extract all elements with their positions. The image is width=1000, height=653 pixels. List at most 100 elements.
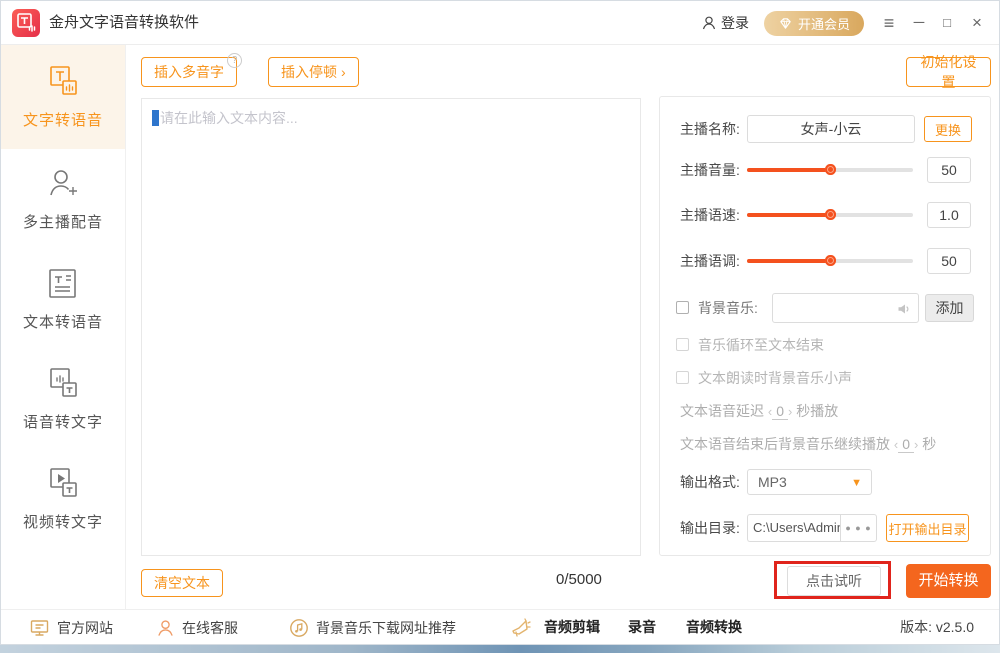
delay-setting: 文本语音延迟 ‹0› 秒播放 bbox=[680, 401, 838, 421]
char-count: 0/5000 bbox=[556, 571, 646, 588]
bgm-label: 背景音乐: bbox=[698, 293, 758, 323]
editor-placeholder: 请在此输入文本内容... bbox=[160, 110, 298, 126]
slider-fill bbox=[747, 168, 830, 172]
stepper-right-icon[interactable]: › bbox=[788, 404, 792, 419]
vip-label: 开通会员 bbox=[798, 14, 850, 33]
close-icon[interactable]: × bbox=[963, 1, 991, 45]
customer-service-icon bbox=[156, 618, 175, 638]
speaker-icon[interactable] bbox=[896, 301, 912, 320]
version-text: 版本: v2.5.0 bbox=[900, 610, 974, 645]
volume-label: 主播音量: bbox=[680, 157, 740, 183]
anchor-name-label: 主播名称: bbox=[680, 115, 740, 143]
sidebar-item-multi-anchor-dubbing[interactable]: 多主播配音 bbox=[1, 149, 125, 249]
bgm-loop-label: 音乐循环至文本结束 bbox=[698, 337, 824, 353]
speed-value[interactable]: 1.0 bbox=[927, 202, 971, 228]
user-icon bbox=[701, 15, 717, 31]
bgm-checkbox[interactable] bbox=[676, 301, 689, 314]
app-logo-icon bbox=[12, 9, 40, 37]
footer-link-label: 在线客服 bbox=[182, 618, 238, 638]
login-label: 登录 bbox=[721, 13, 749, 33]
sidebar-item-label: 多主播配音 bbox=[23, 211, 103, 232]
footer-tool-audio-edit[interactable]: 音频剪辑 bbox=[544, 610, 600, 645]
bgm-quiet-checkbox[interactable] bbox=[676, 371, 689, 384]
pitch-value[interactable]: 50 bbox=[927, 248, 971, 274]
footer-tool-record[interactable]: 录音 bbox=[628, 610, 656, 645]
slider-fill bbox=[747, 213, 830, 217]
vip-button[interactable]: 开通会员 bbox=[764, 11, 864, 36]
insert-pause-button[interactable]: 插入停顿 › bbox=[268, 57, 359, 87]
insert-pause-label: 插入停顿 bbox=[281, 62, 337, 82]
website-icon bbox=[29, 618, 50, 638]
format-select[interactable]: MP3 ▼ bbox=[747, 469, 872, 495]
clear-text-label: 清空文本 bbox=[154, 573, 210, 593]
music-icon bbox=[289, 618, 309, 638]
insert-polyphonic-button[interactable]: 插入多音字 bbox=[141, 57, 237, 87]
sidebar-item-speech-to-text[interactable]: 语音转文字 bbox=[1, 349, 125, 449]
sidebar-item-label: 视频转文字 bbox=[23, 511, 103, 532]
slider-fill bbox=[747, 259, 830, 263]
sidebar-item-label: 语音转文字 bbox=[23, 411, 103, 432]
login-button[interactable]: 登录 bbox=[701, 1, 749, 45]
open-dir-button[interactable]: 打开输出目录 bbox=[886, 514, 969, 542]
bgm-add-button[interactable]: 添加 bbox=[925, 294, 974, 322]
dir-label: 输出目录: bbox=[680, 514, 740, 542]
sidebar-item-text-to-speech[interactable]: 文字转语音 bbox=[1, 45, 125, 149]
delay-value[interactable]: 0 bbox=[772, 403, 788, 420]
bgm-file-field[interactable] bbox=[772, 293, 919, 323]
stepper-right-icon[interactable]: › bbox=[914, 437, 918, 452]
volume-slider[interactable] bbox=[747, 164, 913, 175]
video-to-text-icon bbox=[45, 466, 81, 502]
main-content: 插入多音字 ? 插入停顿 › 初始化设置 请在此输入文本内容... 主播名称: … bbox=[126, 45, 999, 609]
app-title: 金舟文字语音转换软件 bbox=[49, 1, 199, 45]
footer-link-bgm-download[interactable]: 背景音乐下载网址推荐 bbox=[289, 610, 456, 645]
help-icon[interactable]: ? bbox=[227, 53, 242, 68]
speech-to-text-icon bbox=[45, 366, 81, 402]
chevron-right-icon: › bbox=[341, 64, 346, 80]
menu-icon[interactable]: ≡ bbox=[875, 1, 903, 45]
slider-knob[interactable] bbox=[825, 255, 836, 266]
dir-field[interactable]: C:\Users\Admin bbox=[747, 514, 840, 542]
init-settings-label: 初始化设置 bbox=[919, 52, 978, 92]
text-input-area[interactable]: 请在此输入文本内容... bbox=[141, 98, 641, 556]
footer-link-label: 官方网站 bbox=[57, 618, 113, 638]
multi-anchor-icon bbox=[45, 166, 81, 202]
continue-suffix: 秒 bbox=[922, 436, 936, 452]
app-window: 金舟文字语音转换软件 登录 开通会员 ≡ ─ □ × bbox=[0, 0, 1000, 645]
sidebar-item-label: 文字转语音 bbox=[23, 109, 103, 130]
continue-prefix: 文本语音结束后背景音乐继续播放 bbox=[680, 436, 890, 452]
text-to-speech-icon bbox=[45, 64, 81, 100]
vip-diamond-icon bbox=[778, 16, 793, 31]
continue-value[interactable]: 0 bbox=[898, 436, 914, 453]
maximize-icon[interactable]: □ bbox=[933, 1, 961, 45]
minimize-icon[interactable]: ─ bbox=[905, 1, 933, 45]
anchor-name-field[interactable]: 女声-小云 bbox=[747, 115, 915, 143]
clear-text-button[interactable]: 清空文本 bbox=[141, 569, 223, 597]
footer-link-online-service[interactable]: 在线客服 bbox=[156, 610, 238, 645]
volume-value[interactable]: 50 bbox=[927, 157, 971, 183]
bgm-loop-checkbox[interactable] bbox=[676, 338, 689, 351]
slider-knob[interactable] bbox=[825, 209, 836, 220]
format-value: MP3 bbox=[758, 474, 787, 490]
desktop: 金舟文字语音转换软件 登录 开通会员 ≡ ─ □ × bbox=[0, 0, 1000, 653]
browse-ellipsis-button[interactable]: ● ● ● bbox=[840, 514, 877, 542]
title-bar[interactable]: 金舟文字语音转换软件 登录 开通会员 ≡ ─ □ × bbox=[1, 1, 999, 45]
sidebar: 文字转语音 多主播配音 文本转语音 bbox=[1, 45, 126, 609]
speed-slider[interactable] bbox=[747, 209, 913, 220]
footer: 官方网站 在线客服 背景音乐下载网址推荐 bbox=[1, 609, 999, 644]
footer-link-official-website[interactable]: 官方网站 bbox=[29, 610, 113, 645]
speed-label: 主播语速: bbox=[680, 202, 740, 228]
format-label: 输出格式: bbox=[680, 469, 740, 495]
init-settings-button[interactable]: 初始化设置 bbox=[906, 57, 991, 87]
settings-panel: 主播名称: 女声-小云 更换 主播音量: 50 主播语速: 1.0 主播语调: bbox=[659, 96, 991, 556]
insert-polyphonic-label: 插入多音字 bbox=[154, 62, 224, 82]
footer-tool-audio-convert[interactable]: 音频转换 bbox=[686, 610, 742, 645]
text-cursor bbox=[152, 110, 159, 126]
document-to-speech-icon bbox=[45, 266, 81, 302]
pitch-label: 主播语调: bbox=[680, 248, 740, 274]
pitch-slider[interactable] bbox=[747, 255, 913, 266]
sidebar-item-video-to-text[interactable]: 视频转文字 bbox=[1, 449, 125, 549]
convert-button[interactable]: 开始转换 bbox=[906, 564, 991, 598]
change-anchor-button[interactable]: 更换 bbox=[924, 116, 972, 142]
slider-knob[interactable] bbox=[825, 164, 836, 175]
sidebar-item-document-to-speech[interactable]: 文本转语音 bbox=[1, 249, 125, 349]
